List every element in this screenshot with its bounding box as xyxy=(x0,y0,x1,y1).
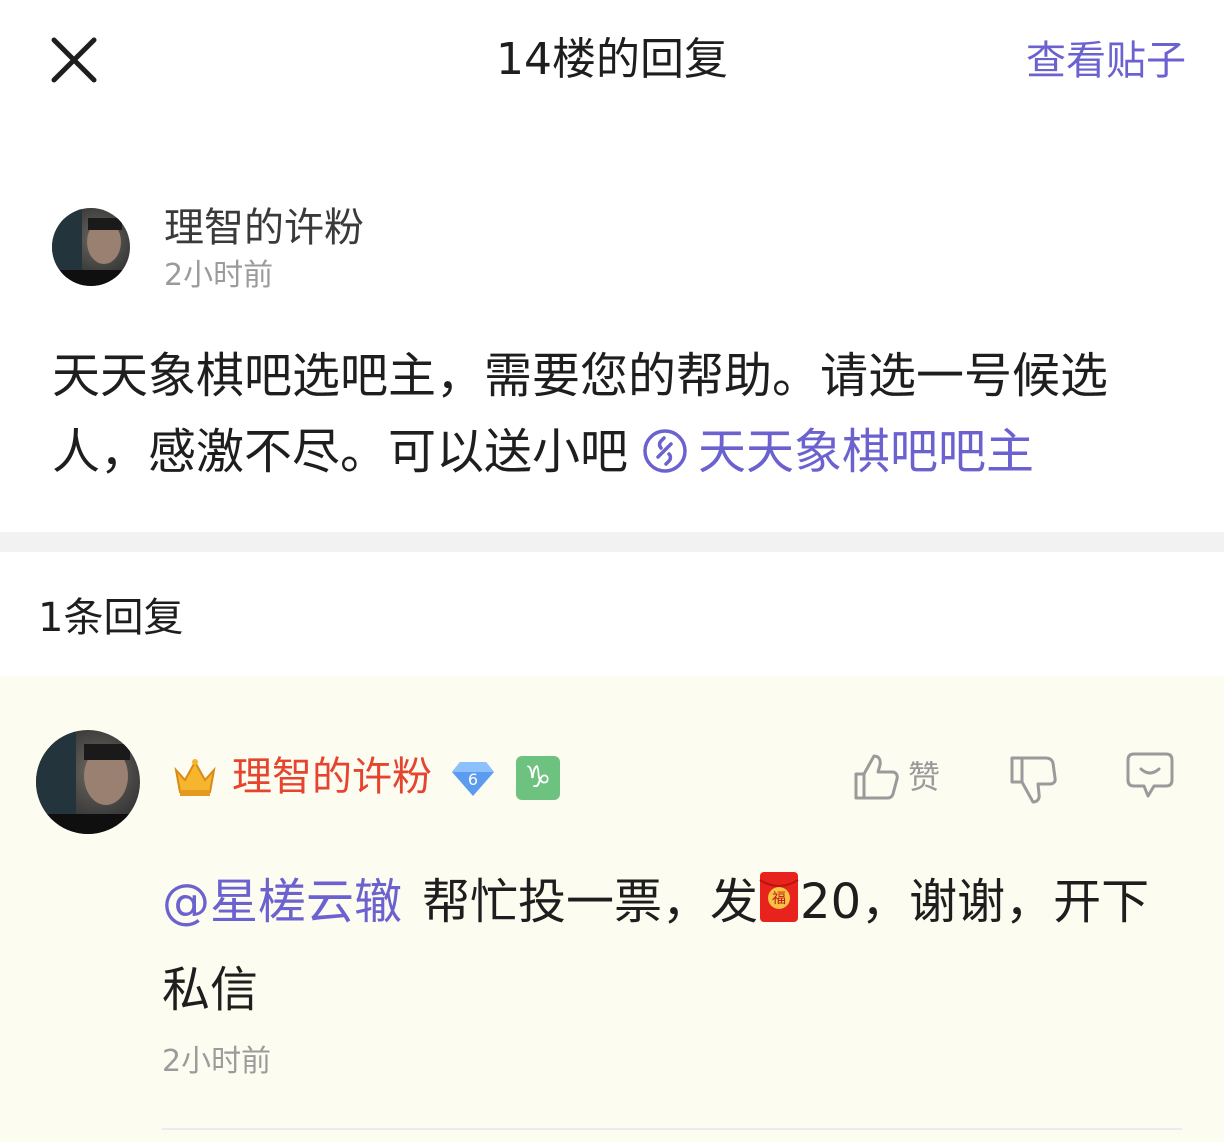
reply-divider xyxy=(162,1128,1182,1130)
reply-timestamp: 2小时前 xyxy=(162,1044,272,1079)
reply-username[interactable]: 理智的许粉 xyxy=(232,750,432,804)
reply-text-part1: 帮忙投一票，发 xyxy=(422,874,759,930)
post-content: 天天象棋吧选吧主，需要您的帮助。请选一号候选人，感激不尽。可以送小吧 天天象棋吧吧… xyxy=(52,338,1182,490)
diamond-level-icon: 6 xyxy=(452,762,494,796)
link-icon xyxy=(643,429,687,473)
mention-link[interactable]: @星槎云辙 xyxy=(162,874,402,930)
forum-link-label[interactable]: 天天象棋吧吧主 xyxy=(698,424,1034,480)
comment-button[interactable] xyxy=(1124,750,1176,800)
comment-icon xyxy=(1126,752,1174,798)
capricorn-icon: ♑ xyxy=(516,756,560,800)
post-username[interactable]: 理智的许粉 xyxy=(164,202,364,254)
avatar[interactable] xyxy=(36,730,140,834)
view-post-button[interactable]: 查看贴子 xyxy=(1026,34,1186,88)
post-timestamp: 2小时前 xyxy=(164,258,274,293)
red-envelope-icon: 福 xyxy=(759,872,799,922)
thumbs-up-icon xyxy=(854,754,899,800)
reply-item: 理智的许粉 6 ♑ 赞 @星槎云辙 帮忙投一票，发福 20，谢谢，开下私信 2小时前 xyxy=(0,676,1224,1142)
reply-content: @星槎云辙 帮忙投一票，发福 20，谢谢，开下私信 xyxy=(162,858,1172,1034)
envelope-character: 福 xyxy=(772,891,786,907)
dislike-button[interactable] xyxy=(1008,752,1058,806)
forum-link[interactable]: 天天象棋吧吧主 xyxy=(628,424,1034,480)
avatar[interactable] xyxy=(52,208,130,286)
level-number: 6 xyxy=(468,770,478,789)
thumbs-down-icon xyxy=(1010,756,1057,804)
crown-icon xyxy=(174,759,216,796)
like-label: 赞 xyxy=(908,758,941,796)
replies-count: 1条回复 xyxy=(38,595,184,641)
top-bar: 14楼的回复 查看贴子 xyxy=(0,0,1224,120)
section-divider xyxy=(0,532,1224,552)
